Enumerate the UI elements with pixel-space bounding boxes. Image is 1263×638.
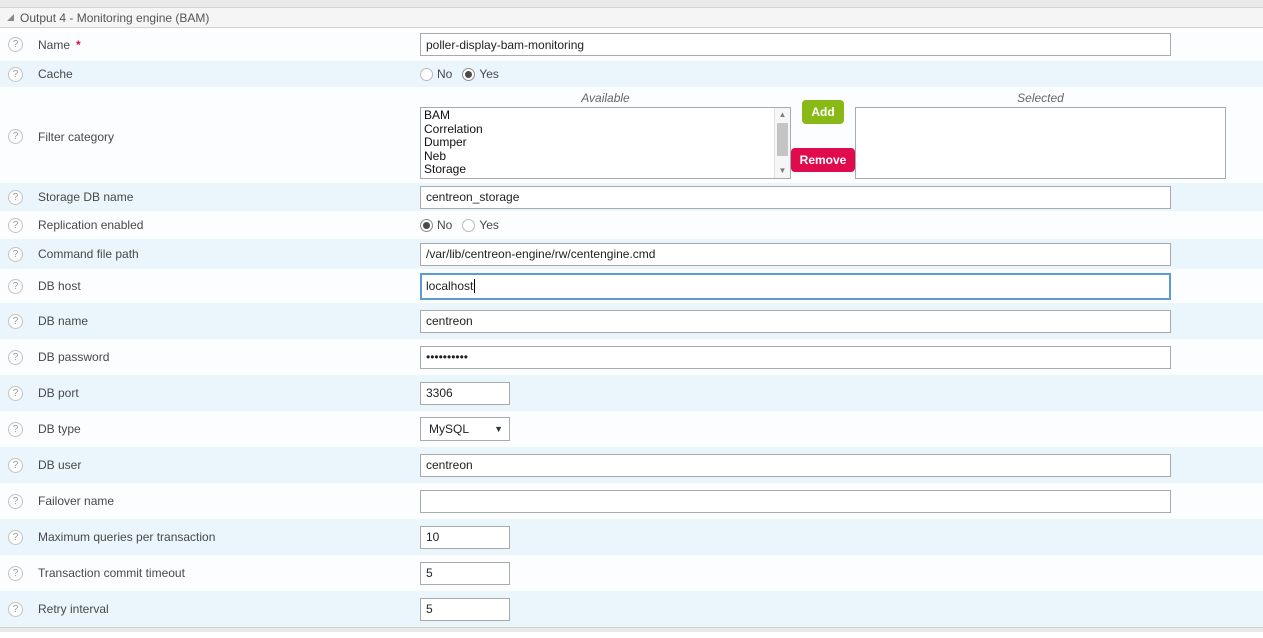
- text-caret: [474, 279, 475, 293]
- transaction-commit-timeout-input[interactable]: [420, 562, 510, 585]
- failover-name-label: Failover name: [38, 494, 114, 508]
- scroll-up-icon[interactable]: ▲: [775, 108, 790, 122]
- db-host-value: localhost: [426, 279, 473, 293]
- row-db-password: ? DB password: [0, 339, 1263, 375]
- help-icon[interactable]: ?: [8, 218, 23, 233]
- db-port-label: DB port: [38, 386, 79, 400]
- replication-radio-yes[interactable]: Yes: [462, 218, 509, 232]
- command-file-path-input[interactable]: [420, 243, 1171, 266]
- db-user-label: DB user: [38, 458, 81, 472]
- list-option[interactable]: Correlation: [421, 123, 790, 137]
- listbox-scrollbar[interactable]: ▲ ▼: [774, 108, 790, 178]
- row-command-file-path: ? Command file path: [0, 239, 1263, 269]
- help-icon[interactable]: ?: [8, 350, 23, 365]
- row-cache: ? Cache No Yes: [0, 61, 1263, 87]
- required-asterisk: *: [76, 38, 81, 52]
- help-icon[interactable]: ?: [8, 458, 23, 473]
- row-transaction-commit-timeout: ? Transaction commit timeout: [0, 555, 1263, 591]
- help-icon[interactable]: ?: [8, 67, 23, 82]
- storage-db-name-input[interactable]: [420, 186, 1171, 209]
- help-icon[interactable]: ?: [8, 279, 23, 294]
- row-failover-name: ? Failover name: [0, 483, 1263, 519]
- failover-name-input[interactable]: [420, 490, 1171, 513]
- db-type-label: DB type: [38, 422, 81, 436]
- row-storage-db-name: ? Storage DB name: [0, 183, 1263, 211]
- radio-unchecked-icon[interactable]: [420, 68, 433, 81]
- add-button[interactable]: Add: [802, 100, 843, 124]
- row-db-type: ? DB type MySQL ▼: [0, 411, 1263, 447]
- name-label: Name: [38, 38, 70, 52]
- help-icon[interactable]: ?: [8, 494, 23, 509]
- help-icon[interactable]: ?: [8, 190, 23, 205]
- db-name-label: DB name: [38, 314, 88, 328]
- db-password-label: DB password: [38, 350, 109, 364]
- row-db-user: ? DB user: [0, 447, 1263, 483]
- row-retry-interval: ? Retry interval: [0, 591, 1263, 627]
- max-queries-input[interactable]: [420, 526, 510, 549]
- help-icon[interactable]: ?: [8, 422, 23, 437]
- help-icon[interactable]: ?: [8, 566, 23, 581]
- cache-radio-yes-label: Yes: [479, 67, 499, 81]
- selected-listbox[interactable]: [855, 107, 1226, 179]
- list-option[interactable]: Dumper: [421, 136, 790, 150]
- db-port-input[interactable]: [420, 382, 510, 405]
- available-caption: Available: [420, 91, 791, 107]
- help-icon[interactable]: ?: [8, 530, 23, 545]
- command-file-path-label: Command file path: [38, 247, 139, 261]
- help-icon[interactable]: ?: [8, 247, 23, 262]
- list-option[interactable]: Storage: [421, 163, 790, 177]
- scroll-down-icon[interactable]: ▼: [775, 164, 790, 178]
- section-title: Output 4 - Monitoring engine (BAM): [20, 11, 209, 25]
- filter-category-label: Filter category: [38, 130, 114, 144]
- cache-radio-yes[interactable]: Yes: [462, 67, 509, 81]
- db-password-input[interactable]: [420, 346, 1171, 369]
- db-user-input[interactable]: [420, 454, 1171, 477]
- replication-radio-yes-label: Yes: [479, 218, 499, 232]
- list-option[interactable]: Neb: [421, 150, 790, 164]
- selected-caption: Selected: [855, 91, 1226, 107]
- row-replication-enabled: ? Replication enabled No Yes: [0, 211, 1263, 239]
- db-host-input[interactable]: localhost: [420, 273, 1171, 300]
- max-queries-label: Maximum queries per transaction: [38, 530, 215, 544]
- help-icon[interactable]: ?: [8, 602, 23, 617]
- help-icon[interactable]: ?: [8, 37, 23, 52]
- retry-interval-input[interactable]: [420, 598, 510, 621]
- collapse-triangle-icon: [7, 14, 14, 21]
- help-icon[interactable]: ?: [8, 386, 23, 401]
- db-name-input[interactable]: [420, 310, 1171, 333]
- scrollbar-thumb[interactable]: [777, 123, 788, 156]
- radio-checked-icon[interactable]: [462, 68, 475, 81]
- dropdown-arrow-icon: ▼: [494, 424, 503, 434]
- replication-radio-no[interactable]: No: [420, 218, 462, 232]
- replication-enabled-label: Replication enabled: [38, 218, 143, 232]
- available-listbox[interactable]: BAM Correlation Dumper Neb Storage ▲ ▼: [420, 107, 791, 179]
- row-name: ? Name *: [0, 28, 1263, 61]
- section-header-output4[interactable]: Output 4 - Monitoring engine (BAM): [0, 7, 1263, 28]
- row-db-port: ? DB port: [0, 375, 1263, 411]
- help-icon[interactable]: ?: [8, 314, 23, 329]
- cache-radio-no-label: No: [437, 67, 452, 81]
- cache-radio-no[interactable]: No: [420, 67, 462, 81]
- remove-button[interactable]: Remove: [791, 148, 856, 172]
- row-max-queries: ? Maximum queries per transaction: [0, 519, 1263, 555]
- radio-unchecked-icon[interactable]: [462, 219, 475, 232]
- replication-radio-no-label: No: [437, 218, 452, 232]
- db-type-select[interactable]: MySQL ▼: [420, 417, 510, 441]
- db-type-selected-value: MySQL: [429, 422, 469, 436]
- radio-checked-icon[interactable]: [420, 219, 433, 232]
- help-icon[interactable]: ?: [8, 129, 23, 144]
- list-option[interactable]: BAM: [421, 109, 790, 123]
- cache-label: Cache: [38, 67, 73, 81]
- row-db-host: ? DB host localhost: [0, 269, 1263, 303]
- db-host-label: DB host: [38, 279, 81, 293]
- storage-db-name-label: Storage DB name: [38, 190, 133, 204]
- row-db-name: ? DB name: [0, 303, 1263, 339]
- page-top-strip: [0, 0, 1263, 7]
- retry-interval-label: Retry interval: [38, 602, 109, 616]
- page-bottom-strip: [0, 627, 1263, 632]
- transaction-commit-timeout-label: Transaction commit timeout: [38, 566, 185, 580]
- row-filter-category: ? Filter category Available BAM Correlat…: [0, 87, 1263, 183]
- name-input[interactable]: [420, 33, 1171, 56]
